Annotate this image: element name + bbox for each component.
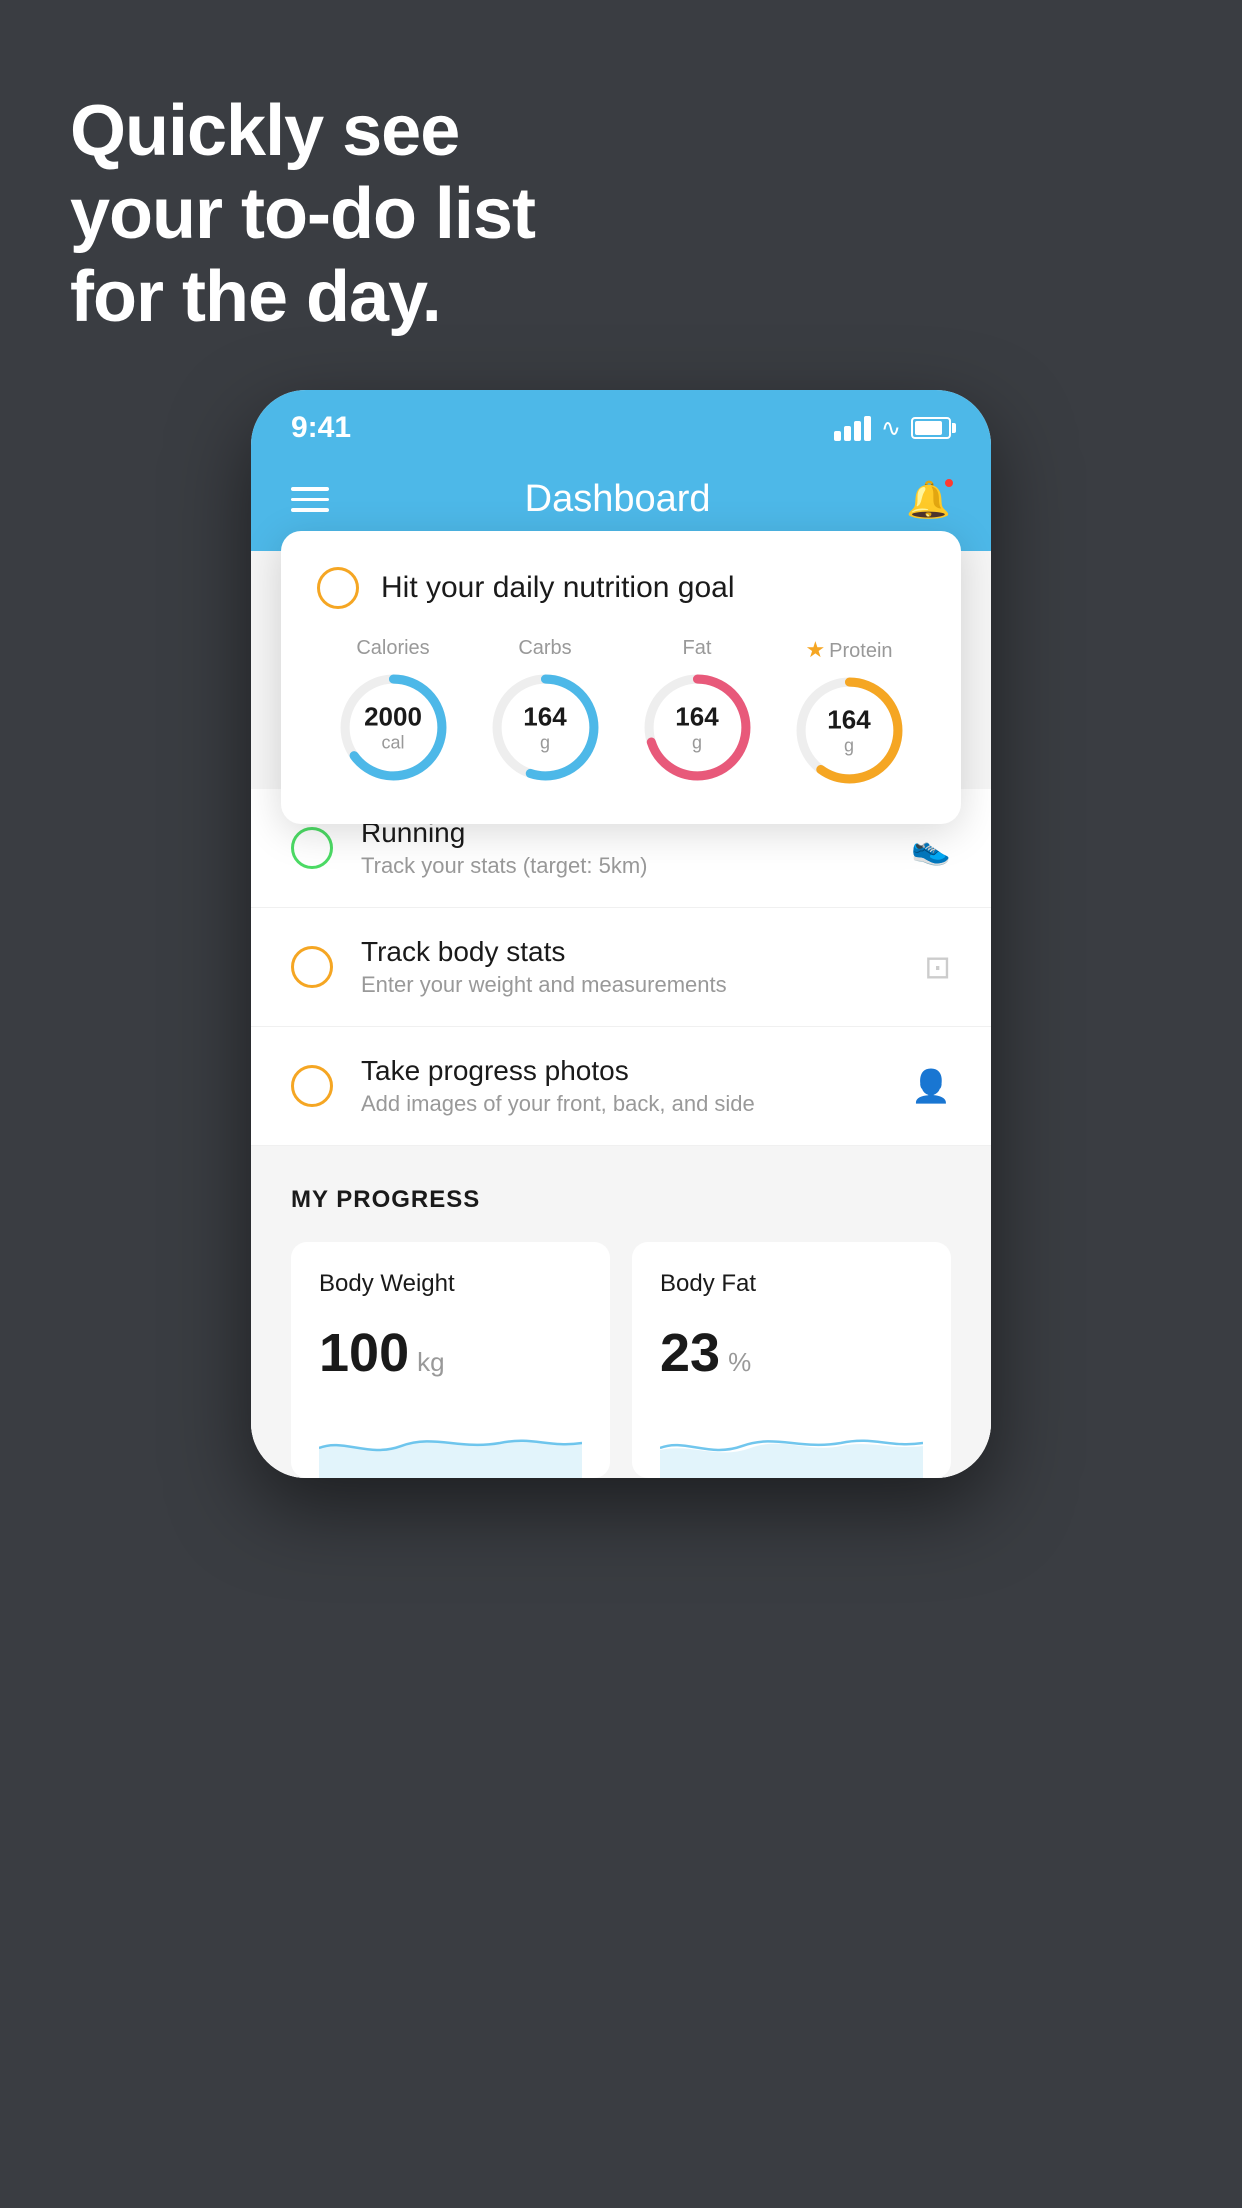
- progress-value: 100: [319, 1322, 409, 1384]
- donut-fat: 164 g: [640, 670, 755, 785]
- nutrition-label-fat: Fat: [683, 637, 712, 660]
- hero-line2: your to-do list: [70, 173, 535, 256]
- todo-circle: [291, 946, 333, 988]
- nutrition-card: Hit your daily nutrition goal Calories 2…: [281, 531, 961, 824]
- progress-title: MY PROGRESS: [291, 1186, 951, 1214]
- todo-title: Track body stats: [361, 936, 896, 968]
- app-content: THINGS TO DO TODAY Hit your daily nutrit…: [251, 551, 991, 1478]
- todo-subtitle: Add images of your front, back, and side: [361, 1091, 883, 1117]
- nutrition-items-row: Calories 2000 cal Carbs 164 g Fat: [317, 637, 925, 788]
- progress-card-title: Body Fat: [660, 1270, 923, 1298]
- nutrition-label-calories: Calories: [356, 637, 429, 660]
- header-title: Dashboard: [525, 478, 711, 521]
- nutrition-checkbox[interactable]: [317, 567, 359, 609]
- progress-card-title: Body Weight: [319, 1270, 582, 1298]
- todo-list: Running Track your stats (target: 5km) 👟…: [251, 789, 991, 1146]
- hero-line1: Quickly see: [70, 90, 535, 173]
- nutrition-card-title-row: Hit your daily nutrition goal: [317, 567, 925, 609]
- wifi-icon: ∿: [881, 414, 901, 443]
- todo-subtitle: Track your stats (target: 5km): [361, 853, 883, 879]
- menu-button[interactable]: [291, 487, 329, 512]
- hero-text: Quickly see your to-do list for the day.: [70, 90, 535, 338]
- signal-icon: [834, 416, 871, 441]
- donut-value: 164: [827, 704, 870, 735]
- donut-unit: cal: [364, 732, 422, 754]
- notification-dot: [943, 477, 955, 489]
- todo-item-icon: ⊡: [924, 948, 951, 986]
- progress-section: MY PROGRESS Body Weight 100 kg Body Fat …: [251, 1146, 991, 1478]
- phone-mockup: 9:41 ∿ Dashboard 🔔 THINGS TO DO TODAY: [251, 390, 991, 1478]
- todo-circle: [291, 1065, 333, 1107]
- todo-item-icon: 👟: [911, 829, 951, 867]
- star-icon: ★: [805, 637, 825, 662]
- nutrition-card-title: Hit your daily nutrition goal: [381, 571, 735, 605]
- donut-protein: 164 g: [792, 673, 907, 788]
- todo-item[interactable]: Take progress photos Add images of your …: [251, 1027, 991, 1146]
- progress-value: 23: [660, 1322, 720, 1384]
- status-bar: 9:41 ∿: [251, 390, 991, 458]
- donut-unit: g: [675, 732, 718, 754]
- notification-button[interactable]: 🔔: [906, 479, 951, 521]
- progress-unit: kg: [417, 1347, 444, 1378]
- donut-unit: g: [523, 732, 566, 754]
- progress-unit: %: [728, 1347, 751, 1378]
- progress-value-row: 100 kg: [319, 1322, 582, 1384]
- status-icons: ∿: [834, 414, 951, 443]
- donut-carbs: 164 g: [488, 670, 603, 785]
- nutrition-item-protein: ★Protein 164 g: [792, 637, 907, 788]
- nutrition-item-carbs: Carbs 164 g: [488, 637, 603, 785]
- progress-chart: [660, 1408, 923, 1478]
- donut-calories: 2000 cal: [336, 670, 451, 785]
- todo-subtitle: Enter your weight and measurements: [361, 972, 896, 998]
- todo-item[interactable]: Track body stats Enter your weight and m…: [251, 908, 991, 1027]
- hero-line3: for the day.: [70, 256, 535, 339]
- donut-value: 164: [523, 701, 566, 732]
- donut-value: 2000: [364, 701, 422, 732]
- battery-icon: [911, 417, 951, 439]
- nutrition-item-calories: Calories 2000 cal: [336, 637, 451, 785]
- todo-text: Take progress photos Add images of your …: [361, 1055, 883, 1117]
- donut-value: 164: [675, 701, 718, 732]
- todo-text: Track body stats Enter your weight and m…: [361, 936, 896, 998]
- nutrition-item-fat: Fat 164 g: [640, 637, 755, 785]
- todo-title: Take progress photos: [361, 1055, 883, 1087]
- nutrition-label-protein: ★Protein: [805, 637, 892, 663]
- progress-value-row: 23 %: [660, 1322, 923, 1384]
- todo-text: Running Track your stats (target: 5km): [361, 817, 883, 879]
- nutrition-label-carbs: Carbs: [518, 637, 571, 660]
- status-time: 9:41: [291, 411, 351, 445]
- progress-card-body-weight[interactable]: Body Weight 100 kg: [291, 1242, 610, 1478]
- progress-chart: [319, 1408, 582, 1478]
- donut-unit: g: [827, 735, 870, 757]
- todo-item-icon: 👤: [911, 1067, 951, 1105]
- progress-card-body-fat[interactable]: Body Fat 23 %: [632, 1242, 951, 1478]
- todo-circle: [291, 827, 333, 869]
- progress-cards: Body Weight 100 kg Body Fat 23 %: [291, 1242, 951, 1478]
